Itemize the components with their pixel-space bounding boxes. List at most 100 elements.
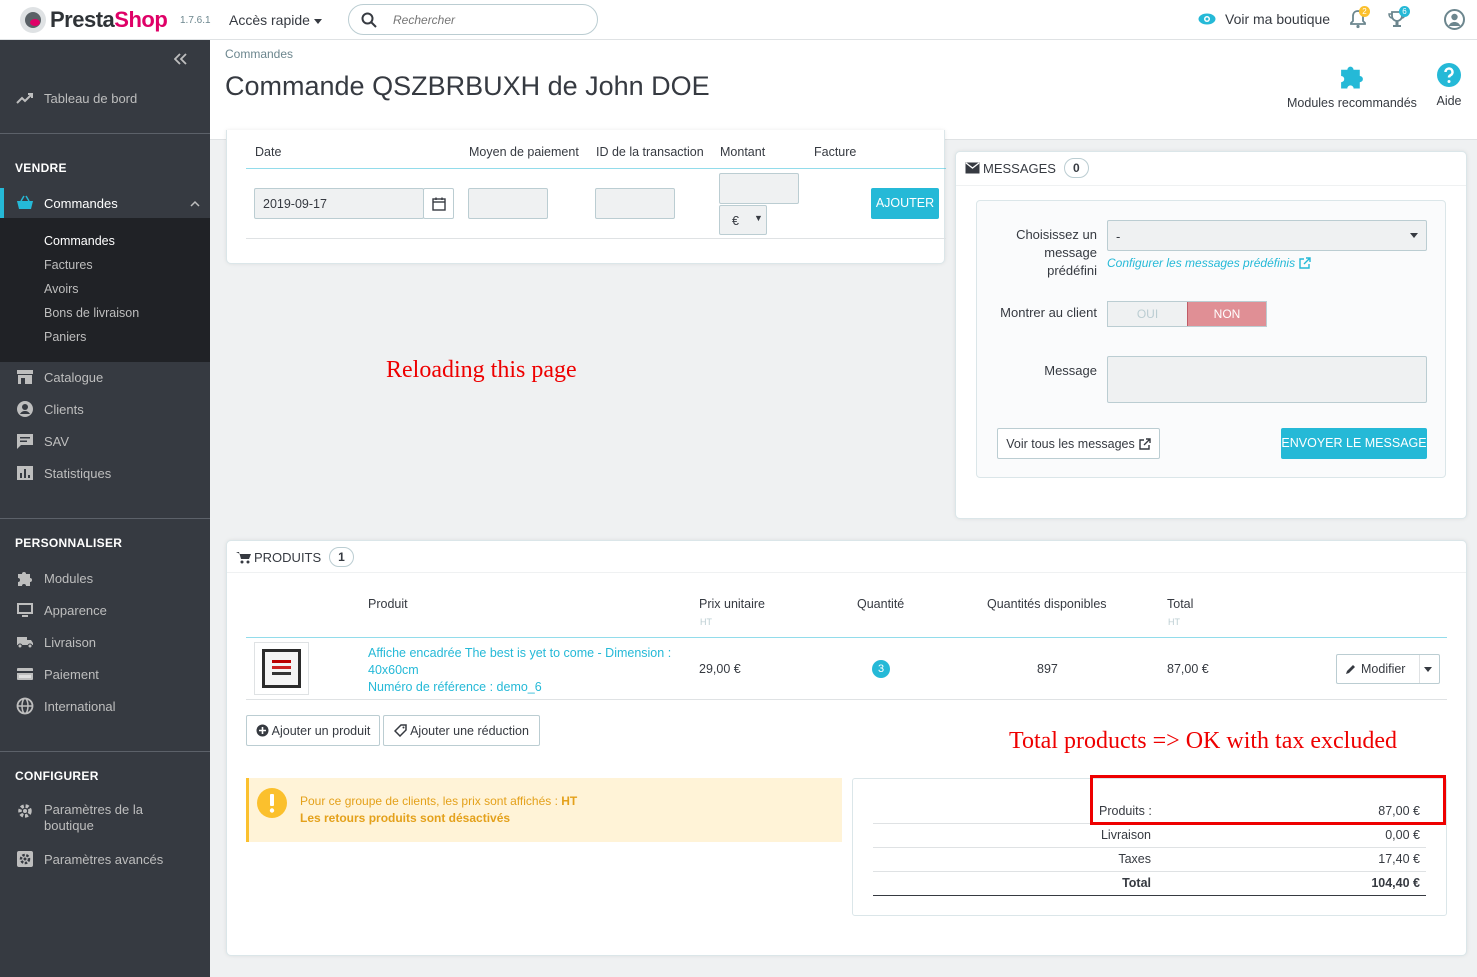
truck-icon (17, 637, 33, 649)
sidebar-subitem-credit-slips[interactable]: Avoirs (44, 282, 79, 296)
col-invoice: Facture (814, 145, 857, 159)
configure-messages-link[interactable]: Configurer les messages prédéfinis (1107, 256, 1311, 270)
search-icon[interactable] (361, 12, 377, 28)
sidebar-item-label: Paramètres avancés (44, 851, 164, 867)
show-customer-toggle[interactable]: OUI NON (1107, 301, 1267, 327)
view-all-messages-button[interactable]: Voir tous les messages (997, 428, 1160, 459)
puzzle-icon (1341, 66, 1363, 89)
messages-title-label: MESSAGES (983, 160, 1056, 176)
header-underline (246, 168, 946, 169)
shopping-cart-icon (236, 551, 251, 563)
sidebar-item-advanced-parameters[interactable]: Paramètres avancés (0, 844, 210, 874)
show-customer-label: Montrer au client (1000, 305, 1097, 320)
sidebar-item-payment[interactable]: Paiement (0, 659, 210, 689)
add-payment-button[interactable]: AJOUTER (871, 188, 939, 219)
sidebar-item-shipping[interactable]: Livraison (0, 627, 210, 657)
annotation-reload: Reloading this page (386, 357, 577, 383)
sidebar-divider (0, 133, 210, 134)
bar-chart-icon (17, 466, 33, 480)
product-image[interactable] (254, 642, 309, 695)
trophy-button[interactable]: 6 (1387, 6, 1410, 32)
col-payment-method: Moyen de paiement (469, 145, 579, 159)
sidebar-item-appearance[interactable]: Apparence (0, 595, 210, 625)
sidebar-subitem-orders[interactable]: Commandes (44, 234, 115, 248)
sidebar-subitem-delivery-slips[interactable]: Bons de livraison (44, 306, 139, 320)
alert-line2: Les retours produits sont désactivés (300, 811, 511, 825)
chevron-up-icon (190, 200, 200, 207)
sidebar-subitem-invoices[interactable]: Factures (44, 258, 93, 272)
external-link-icon (1299, 257, 1311, 269)
sidebar-item-sav[interactable]: SAV (0, 426, 210, 456)
add-product-button[interactable]: Ajouter un produit (246, 715, 380, 746)
warning-icon (257, 788, 287, 818)
collapse-sidebar-icon[interactable] (173, 52, 188, 70)
toggle-yes[interactable]: OUI (1108, 302, 1187, 326)
search-box[interactable] (348, 4, 598, 35)
add-discount-label: Ajouter une réduction (410, 723, 529, 738)
search-input[interactable] (393, 10, 583, 30)
currency-select[interactable]: € ▼ (719, 205, 767, 235)
help-icon (1437, 63, 1461, 87)
alert-line1-value: HT (561, 794, 578, 808)
caret-down-icon[interactable] (1424, 667, 1432, 672)
amount-input[interactable] (719, 173, 799, 204)
account-button[interactable] (1444, 9, 1465, 33)
title-divider (227, 572, 1466, 573)
help-button[interactable]: Aide (1436, 62, 1462, 108)
header-underline (246, 637, 1447, 638)
logo[interactable]: PrestaShop (20, 7, 168, 33)
credit-card-icon (17, 668, 33, 680)
sidebar-item-orders[interactable]: Commandes (0, 188, 210, 218)
sidebar-item-shop-parameters[interactable]: Paramètres de la boutique (0, 798, 210, 838)
quick-access-dropdown[interactable]: Accès rapide (229, 12, 322, 28)
sidebar-item-label: International (44, 698, 116, 714)
notifications-badge: 2 (1359, 6, 1370, 17)
col-transaction-id: ID de la transaction (596, 145, 704, 159)
message-form: Choisissez un message prédéfini - Config… (976, 200, 1446, 478)
col-unit-price-sub: HT (700, 617, 712, 627)
date-input[interactable]: 2019-09-17 (254, 188, 424, 219)
view-shop-link[interactable]: Voir ma boutique (1198, 11, 1330, 27)
globe-icon (16, 697, 34, 715)
breadcrumb[interactable]: Commandes (225, 47, 293, 61)
totals-total-label: Total (1122, 876, 1151, 890)
sidebar-item-label: Paiement (44, 666, 99, 682)
sidebar-item-label: Clients (44, 401, 84, 417)
payment-method-input[interactable] (468, 188, 548, 219)
add-discount-button[interactable]: Ajouter une réduction (383, 715, 540, 746)
account-circle-icon (17, 401, 33, 417)
plus-circle-icon (256, 724, 269, 737)
title-divider (956, 185, 1466, 186)
poster-line (272, 660, 291, 663)
product-name-line1: Affiche encadrée The best is yet to come… (368, 646, 672, 660)
transaction-id-input[interactable] (595, 188, 675, 219)
totals-shipping-label: Livraison (1100, 828, 1151, 842)
gear-icon (18, 804, 32, 818)
product-name-link[interactable]: Affiche encadrée The best is yet to come… (368, 645, 688, 696)
product-name-line2: 40x60cm (368, 663, 419, 677)
message-textarea[interactable] (1107, 356, 1427, 403)
toggle-no[interactable]: NON (1187, 302, 1266, 326)
tag-icon (394, 724, 407, 737)
send-message-button[interactable]: ENVOYER LE MESSAGE (1281, 428, 1427, 459)
configure-link-label: Configurer les messages prédéfinis (1107, 256, 1296, 270)
notifications-button[interactable]: 2 (1349, 6, 1370, 32)
sidebar-item-catalog[interactable]: Catalogue (0, 362, 210, 392)
recommended-modules-button[interactable]: Modules recommandés (1287, 62, 1417, 110)
sidebar-subitem-carts[interactable]: Paniers (44, 330, 86, 344)
sidebar-item-statistics[interactable]: Statistiques (0, 458, 210, 488)
sidebar-section-sell: VENDRE (15, 161, 67, 175)
row-divider (246, 699, 1447, 700)
sidebar-item-international[interactable]: International (0, 691, 210, 721)
sidebar-divider (0, 751, 210, 752)
sidebar-item-modules[interactable]: Modules (0, 563, 210, 593)
calendar-button[interactable] (423, 188, 454, 219)
edit-product-button[interactable]: Modifier (1336, 654, 1440, 684)
sidebar-item-customers[interactable]: Clients (0, 394, 210, 424)
caret-down-icon (313, 18, 322, 24)
sidebar-item-dashboard[interactable]: Tableau de bord (0, 83, 210, 113)
logo-text-accent: Shop (114, 7, 168, 32)
predefined-message-select[interactable]: - (1107, 220, 1427, 251)
alert-line1: Pour ce groupe de clients, les prix sont… (300, 794, 577, 808)
totals-taxes-label: Taxes (1118, 852, 1151, 866)
